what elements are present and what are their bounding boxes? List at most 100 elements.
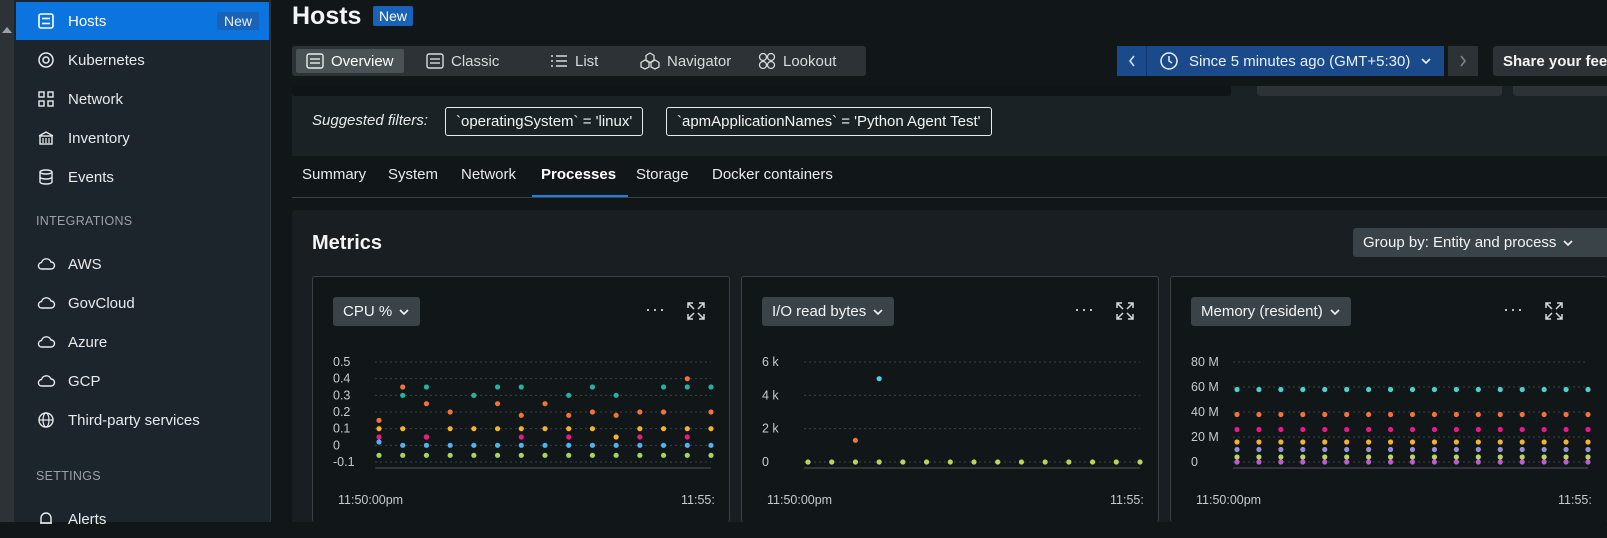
- tab-network[interactable]: Network: [461, 166, 516, 183]
- chart-card-io-read: I/O read bytes ··· 6 k 4 k 2 k 0 11:50:00pm 1…: [741, 276, 1159, 522]
- sidebar-item-hosts[interactable]: Hosts New: [16, 2, 269, 40]
- chevron-left-icon: [1128, 55, 1135, 67]
- data-point: [1256, 454, 1262, 460]
- tab-label: Navigator: [667, 52, 732, 70]
- data-point: [1585, 454, 1591, 460]
- tab-system[interactable]: System: [388, 166, 438, 183]
- y-tick-label: 4 k: [762, 388, 779, 402]
- data-point: [589, 384, 596, 390]
- data-point: [494, 401, 501, 407]
- data-point: [876, 376, 882, 382]
- page-title: Hosts: [292, 2, 362, 30]
- data-point: [1387, 411, 1394, 418]
- sidebar-item-third-party-services[interactable]: Third-party services: [16, 401, 269, 439]
- data-point: [1409, 446, 1416, 453]
- data-point: [1256, 426, 1262, 433]
- data-point: [1322, 446, 1328, 453]
- data-point: [423, 401, 430, 407]
- sidebar-item-inventory[interactable]: Inventory: [16, 119, 269, 157]
- tab-lookout[interactable]: Lookout: [748, 49, 846, 73]
- data-point: [1409, 386, 1416, 393]
- scroll-up-icon[interactable]: [2, 27, 12, 33]
- more-options-icon[interactable]: ···: [1503, 299, 1524, 320]
- data-point: [447, 452, 453, 458]
- chart-metric-dropdown[interactable]: I/O read bytes: [762, 297, 895, 326]
- data-point: [589, 452, 596, 458]
- sidebar-item-aws[interactable]: AWS: [16, 245, 269, 283]
- more-options-icon[interactable]: ···: [1074, 299, 1095, 320]
- tab-processes[interactable]: Processes: [541, 166, 616, 183]
- tab-summary[interactable]: Summary: [302, 166, 366, 183]
- data-point: [1322, 454, 1328, 460]
- data-point: [542, 401, 548, 407]
- data-point: [829, 459, 835, 465]
- data-point: [376, 452, 382, 458]
- filter-chip[interactable]: `operatingSystem` = 'linux': [445, 107, 644, 136]
- data-point: [1585, 411, 1591, 418]
- sidebar: Hosts New Kubernetes Network Inventory E…: [14, 0, 271, 528]
- data-point: [1300, 386, 1306, 393]
- list-icon: [551, 55, 567, 67]
- overview-icon: [306, 53, 324, 69]
- time-next-button[interactable]: [1448, 46, 1479, 76]
- data-point: [1366, 386, 1372, 393]
- data-point: [1278, 426, 1284, 433]
- chevron-down-icon: [1330, 308, 1340, 315]
- data-point: [1431, 439, 1438, 445]
- sidebar-item-azure[interactable]: Azure: [16, 323, 269, 361]
- bell-icon: [36, 509, 56, 529]
- chart-metric-dropdown[interactable]: CPU %: [333, 297, 421, 326]
- tab-classic[interactable]: Classic: [416, 49, 509, 73]
- data-point: [1387, 439, 1394, 445]
- data-point: [1475, 459, 1481, 465]
- data-point: [637, 442, 643, 448]
- expand-icon[interactable]: [1115, 301, 1135, 321]
- data-point: [1497, 411, 1503, 418]
- group-by-dropdown[interactable]: Group by: Entity and process: [1353, 228, 1607, 257]
- chart-metric-dropdown[interactable]: Memory (resident): [1191, 297, 1351, 326]
- tab-docker-containers[interactable]: Docker containers: [712, 166, 833, 183]
- tab-label: Classic: [451, 52, 500, 70]
- y-tick-label: 0.1: [333, 422, 350, 436]
- tab-storage[interactable]: Storage: [636, 166, 689, 183]
- data-point: [1475, 439, 1481, 445]
- data-point: [423, 434, 430, 440]
- share-feedback-button[interactable]: Share your feedback: [1493, 46, 1607, 76]
- sidebar-item-gcp[interactable]: GCP: [16, 362, 269, 400]
- data-point: [1234, 439, 1240, 445]
- data-point: [566, 442, 572, 448]
- data-point: [1278, 454, 1284, 460]
- data-point: [400, 426, 406, 432]
- data-point: [423, 384, 430, 390]
- data-point: [1322, 459, 1328, 465]
- sidebar-item-govcloud[interactable]: GovCloud: [16, 284, 269, 322]
- data-point: [1585, 439, 1591, 445]
- sidebar-item-label: AWS: [68, 255, 102, 273]
- expand-icon[interactable]: [1544, 301, 1564, 321]
- tab-navigator[interactable]: Navigator: [630, 49, 741, 73]
- time-range-button[interactable]: Since 5 minutes ago (GMT+5:30): [1147, 46, 1445, 76]
- data-point: [1409, 454, 1416, 460]
- expand-icon[interactable]: [686, 301, 706, 321]
- data-point: [995, 459, 1001, 465]
- suggested-filters-label: Suggested filters:: [312, 112, 428, 129]
- y-tick-label: 80 M: [1191, 355, 1219, 369]
- tab-overview[interactable]: Overview: [296, 49, 404, 73]
- tab-list[interactable]: List: [540, 49, 608, 73]
- sidebar-item-kubernetes[interactable]: Kubernetes: [16, 41, 269, 79]
- scrollbar-strip[interactable]: [0, 0, 14, 522]
- query-input[interactable]: [292, 86, 1231, 96]
- data-point: [613, 434, 619, 440]
- data-point: [1366, 426, 1372, 433]
- more-options-icon[interactable]: ···: [645, 299, 666, 320]
- time-prev-button[interactable]: [1117, 46, 1147, 76]
- data-point: [660, 384, 667, 390]
- sidebar-item-alerts[interactable]: Alerts: [16, 500, 269, 538]
- filter-control[interactable]: [1257, 86, 1502, 96]
- data-point: [684, 452, 690, 458]
- filter-chip[interactable]: `apmApplicationNames` = 'Python Agent Te…: [666, 107, 992, 136]
- sidebar-item-network[interactable]: Network: [16, 80, 269, 118]
- sidebar-item-events[interactable]: Events: [16, 158, 269, 196]
- data-point: [1585, 446, 1591, 453]
- filter-control-secondary[interactable]: [1513, 86, 1607, 96]
